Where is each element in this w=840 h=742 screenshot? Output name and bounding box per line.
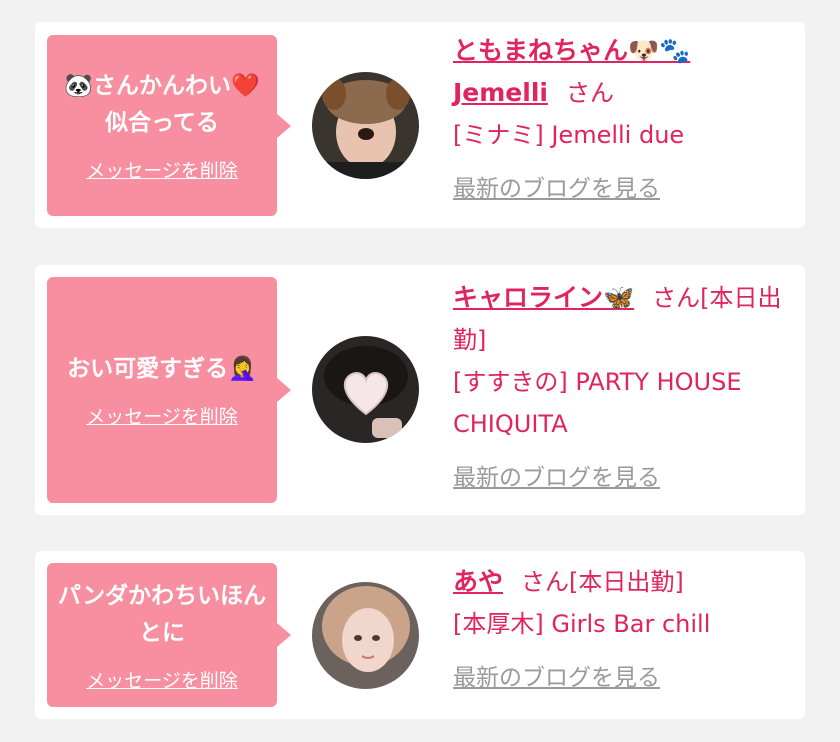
delete-message-link[interactable]: メッセージを削除 [86, 402, 238, 429]
avatar-photo-icon [312, 582, 419, 689]
message-list: 🐼さんかんわい❤️似合ってる メッセージを削除 ともまねちゃん🐶🐾 Jemell… [0, 0, 840, 742]
sender-name-link[interactable]: キャロライン🦋 [453, 283, 634, 312]
sender-info: キャロライン🦋 さん[本日出勤] [すすきの] PARTY HOUSE CHIQU… [453, 277, 793, 499]
avatar[interactable] [312, 72, 419, 179]
latest-blog-link[interactable]: 最新のブログを見る [453, 457, 793, 499]
message-card: おい可愛すぎる🤦‍♀️ メッセージを削除 キャロライン🦋 さん[本日出勤] [すす… [35, 265, 805, 515]
honorific: さん [565, 79, 614, 107]
sender-info: ともまねちゃん🐶🐾 Jemelli さん [ミナミ] Jemelli due 最新… [453, 30, 793, 210]
message-card: 🐼さんかんわい❤️似合ってる メッセージを削除 ともまねちゃん🐶🐾 Jemell… [35, 22, 805, 228]
avatar-photo-icon [312, 336, 419, 443]
message-bubble: 🐼さんかんわい❤️似合ってる メッセージを削除 [47, 35, 291, 216]
sender-info: あや さん[本日出勤] [本厚木] Girls Bar chill 最新のブログを… [453, 561, 793, 699]
shop-name: [本厚木] Girls Bar chill [453, 610, 711, 638]
avatar[interactable] [312, 582, 419, 689]
latest-blog-link[interactable]: 最新のブログを見る [453, 168, 793, 210]
delete-message-link[interactable]: メッセージを削除 [86, 666, 238, 693]
shop-name: [すすきの] PARTY HOUSE CHIQUITA [453, 368, 742, 438]
sender-name-link-cont[interactable]: Jemelli [453, 78, 548, 107]
message-card: パンダかわちいほんとに メッセージを削除 あや さん[本日出勤] [本厚木] Gi… [35, 551, 805, 719]
delete-message-link[interactable]: メッセージを削除 [86, 156, 238, 183]
message-text: 🐼さんかんわい❤️似合ってる [64, 73, 260, 136]
sender-name-link[interactable]: ともまねちゃん🐶🐾 [453, 36, 690, 65]
shop-name: [ミナミ] Jemelli due [453, 121, 685, 149]
avatar-photo-icon [312, 72, 419, 179]
message-text: パンダかわちいほんとに [57, 582, 267, 646]
honorific: さん[本日出勤] [521, 568, 684, 596]
message-bubble: パンダかわちいほんとに メッセージを削除 [47, 563, 291, 707]
message-bubble: おい可愛すぎる🤦‍♀️ メッセージを削除 [47, 277, 291, 503]
sender-name-link[interactable]: あや [453, 567, 503, 596]
latest-blog-link[interactable]: 最新のブログを見る [453, 657, 793, 699]
avatar[interactable] [312, 336, 419, 443]
message-text: おい可愛すぎる🤦‍♀️ [67, 356, 257, 382]
